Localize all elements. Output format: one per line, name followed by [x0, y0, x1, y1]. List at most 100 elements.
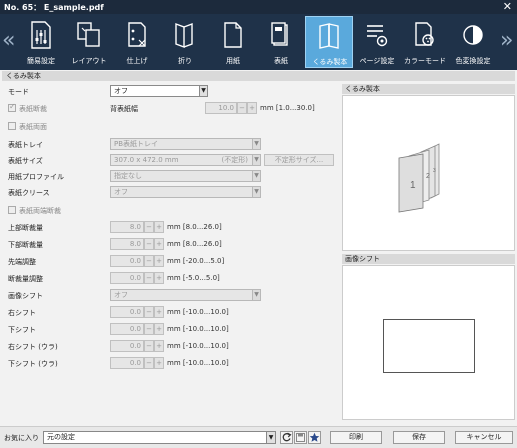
down-shift-back-unit: mm [-10.0...10.0]	[167, 359, 229, 367]
down-shift-field[interactable]: 0.0	[110, 323, 144, 335]
close-icon[interactable]: ✕	[503, 0, 512, 14]
cover-trim-checkbox[interactable]	[8, 102, 16, 112]
binding-preview-header: くるみ製本	[342, 84, 515, 94]
paper-profile-select[interactable]: 指定なし	[110, 170, 253, 182]
image-shift-dropdown-button[interactable]: ▼	[252, 289, 261, 301]
refresh-icon	[282, 432, 292, 442]
tab-label: 簡易設定	[27, 57, 55, 65]
window-title: No. 65： E_sample.pdf	[4, 3, 104, 12]
finishing-icon	[128, 22, 146, 47]
cover-duplex-checkbox[interactable]	[8, 122, 16, 130]
spine-width-label: 背表紙幅	[110, 105, 138, 113]
down-shift-back-decrement[interactable]: −	[144, 357, 154, 369]
cover-crease-select[interactable]: オフ	[110, 186, 253, 198]
spine-width-decrement[interactable]: −	[237, 102, 247, 114]
right-shift-increment[interactable]: +	[154, 306, 164, 318]
cover-tray-select[interactable]: PB表紙トレイ	[110, 138, 253, 150]
top-trim-decrement[interactable]: −	[144, 221, 154, 233]
down-shift-back-field[interactable]: 0.0	[110, 357, 144, 369]
front-adjust-increment[interactable]: +	[154, 255, 164, 267]
cover-icon	[271, 22, 288, 46]
down-shift-increment[interactable]: +	[154, 323, 164, 335]
save-favorite-button[interactable]	[294, 431, 307, 444]
booklet-illustration: 1 2 3	[398, 143, 440, 213]
bottom-trim-unit: mm [8.0...26.0]	[167, 240, 222, 248]
tab-label: レイアウト	[71, 57, 107, 65]
cancel-button[interactable]: キャンセル	[455, 431, 513, 444]
scroll-left-icon[interactable]: «	[2, 26, 15, 56]
front-adjust-unit: mm [-20.0...5.0]	[167, 257, 225, 265]
right-shift-label: 右シフト	[8, 309, 36, 317]
paper-profile-dropdown-button[interactable]: ▼	[252, 170, 261, 182]
bottom-trim-field[interactable]: 8.0	[110, 238, 144, 250]
mode-dropdown-button[interactable]: ▼	[199, 85, 208, 97]
right-shift-back-field[interactable]: 0.0	[110, 340, 144, 352]
bottom-trim-label: 下部断裁量	[8, 241, 43, 249]
top-trim-unit: mm [8.0...26.0]	[167, 223, 222, 231]
top-trim-label: 上部断裁量	[8, 224, 43, 232]
tab-label: くるみ製本	[312, 58, 348, 66]
down-shift-unit: mm [-10.0...10.0]	[167, 325, 229, 333]
section-header: くるみ製本	[2, 71, 515, 81]
bottom-trim-decrement[interactable]: −	[144, 238, 154, 250]
tab-cover[interactable]: 表紙	[257, 16, 305, 68]
bottom-bar: お気に入り 元の設定 ▼ 印刷 保存 キャンセル	[0, 426, 517, 448]
down-shift-decrement[interactable]: −	[144, 323, 154, 335]
front-adjust-decrement[interactable]: −	[144, 255, 154, 267]
down-shift-back-increment[interactable]: +	[154, 357, 164, 369]
trim-adjust-increment[interactable]: +	[154, 272, 164, 284]
mode-select[interactable]: オフ	[110, 85, 200, 97]
tab-label: カラーモード	[404, 57, 446, 65]
tab-fold[interactable]: 折り	[161, 16, 209, 68]
favorites-select[interactable]: 元の設定	[43, 431, 267, 444]
save-button[interactable]: 保存	[393, 431, 445, 444]
title-bar: No. 65： E_sample.pdf ✕	[0, 0, 517, 14]
right-shift-decrement[interactable]: −	[144, 306, 154, 318]
paper-profile-label: 用紙プロファイル	[8, 173, 64, 181]
scroll-right-icon[interactable]: »	[500, 26, 513, 56]
top-trim-increment[interactable]: +	[154, 221, 164, 233]
tab-paper[interactable]: 用紙	[209, 16, 257, 68]
favorites-dropdown-button[interactable]: ▼	[266, 431, 276, 444]
cover-edge-trim-label: 表紙両端断裁	[19, 207, 61, 215]
tab-color-conversion[interactable]: 色変換設定	[449, 16, 497, 68]
simple-settings-icon	[31, 21, 51, 49]
top-trim-field[interactable]: 8.0	[110, 221, 144, 233]
cover-size-label: 表紙サイズ	[8, 157, 43, 165]
cover-crease-label: 表紙クリース	[8, 189, 50, 197]
tab-finishing[interactable]: 仕上げ	[113, 16, 161, 68]
cover-edge-trim-checkbox[interactable]	[8, 206, 16, 214]
trim-adjust-field[interactable]: 0.0	[110, 272, 144, 284]
spine-width-field[interactable]: 10.0	[205, 102, 237, 114]
refresh-button[interactable]	[280, 431, 293, 444]
front-adjust-field[interactable]: 0.0	[110, 255, 144, 267]
favorite-star-button[interactable]	[308, 431, 321, 444]
cover-tray-dropdown-button[interactable]: ▼	[252, 138, 261, 150]
bottom-trim-increment[interactable]: +	[154, 238, 164, 250]
tab-layout[interactable]: レイアウト	[65, 16, 113, 68]
mode-label: モード	[8, 88, 29, 96]
trim-adjust-decrement[interactable]: −	[144, 272, 154, 284]
tab-color-mode[interactable]: カラーモード	[401, 16, 449, 68]
spine-width-unit: mm [1.0...30.0]	[260, 104, 315, 112]
trim-adjust-unit: mm [-5.0...5.0]	[167, 274, 220, 282]
custom-size-button[interactable]: 不定形サイズ...	[264, 154, 334, 166]
spine-width-increment[interactable]: +	[247, 102, 257, 114]
cover-size-select[interactable]: 307.0 x 472.0 mm (不定形)	[110, 154, 253, 166]
print-button[interactable]: 印刷	[330, 431, 382, 444]
right-shift-unit: mm [-10.0...10.0]	[167, 308, 229, 316]
trim-adjust-label: 断裁量調整	[8, 275, 43, 283]
down-shift-back-label: 下シフト (ウラ)	[8, 360, 58, 368]
cover-crease-dropdown-button[interactable]: ▼	[252, 186, 261, 198]
right-shift-back-decrement[interactable]: −	[144, 340, 154, 352]
cover-tray-label: 表紙トレイ	[8, 141, 43, 149]
page-settings-icon	[367, 25, 388, 47]
right-shift-back-increment[interactable]: +	[154, 340, 164, 352]
right-shift-field[interactable]: 0.0	[110, 306, 144, 318]
tab-page-settings[interactable]: ページ設定	[353, 16, 401, 68]
cover-size-dropdown-button[interactable]: ▼	[252, 154, 261, 166]
tab-simple-settings[interactable]: 簡易設定	[17, 16, 65, 68]
binding-preview: 1 2 3	[342, 95, 515, 251]
image-shift-select[interactable]: オフ	[110, 289, 253, 301]
tab-perfect-binding[interactable]: くるみ製本	[305, 16, 353, 68]
